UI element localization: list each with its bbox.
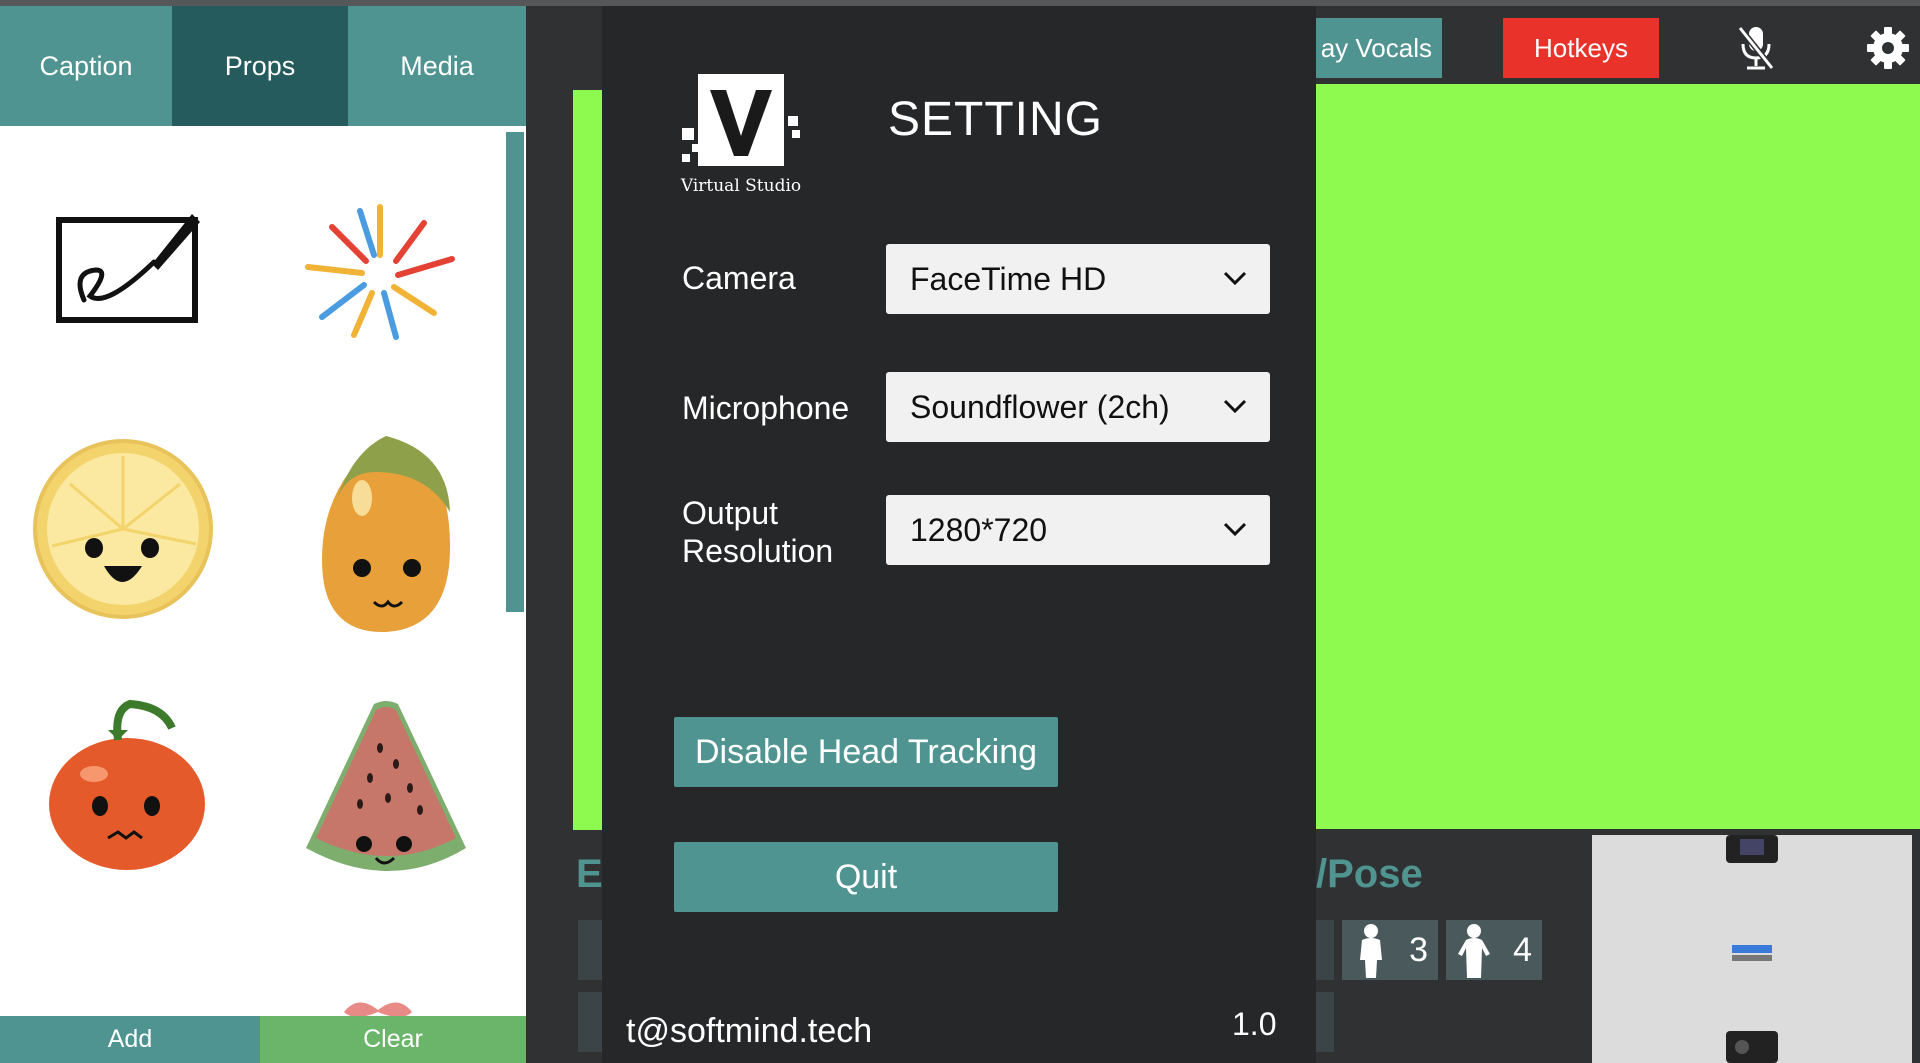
tab-media[interactable]: Media bbox=[348, 6, 526, 126]
output-resolution-select-value: 1280*720 bbox=[910, 511, 1048, 548]
props-scrollbar[interactable] bbox=[506, 132, 524, 612]
fireworks-icon[interactable] bbox=[300, 198, 460, 348]
output-resolution-select[interactable]: 1280*720 bbox=[886, 495, 1270, 565]
clear-button[interactable]: Clear bbox=[260, 1016, 526, 1063]
green-screen-preview-left bbox=[573, 90, 603, 830]
props-grid bbox=[0, 126, 526, 1016]
app-window: ay Vocals Hotkeys E /Pose 3 4 Caption Pr… bbox=[0, 0, 1920, 1063]
mango-face-icon[interactable] bbox=[316, 432, 456, 636]
gear-icon[interactable] bbox=[1866, 26, 1910, 70]
person-silhouette-icon bbox=[1360, 924, 1382, 978]
section-label-e: E bbox=[576, 852, 603, 896]
mic-muted-icon[interactable] bbox=[1736, 24, 1778, 72]
quit-button[interactable]: Quit bbox=[674, 842, 1058, 912]
watermelon-face-icon[interactable] bbox=[300, 698, 472, 888]
hotkeys-label: Hotkeys bbox=[1534, 32, 1628, 63]
chevron-down-icon bbox=[1223, 399, 1247, 414]
green-screen-preview bbox=[1316, 84, 1920, 829]
camera-select[interactable]: FaceTime HD bbox=[886, 244, 1270, 314]
output-resolution-label-line2: Resolution bbox=[682, 533, 834, 569]
tomato-face-icon[interactable] bbox=[44, 700, 210, 874]
panel-tabs: Caption Props Media bbox=[0, 6, 526, 126]
pose-button-label: 3 bbox=[1409, 930, 1428, 969]
contact-email: t@softmind.tech bbox=[626, 1012, 873, 1050]
tab-props[interactable]: Props bbox=[172, 6, 348, 126]
pose-button-placeholder-left-2[interactable] bbox=[578, 992, 604, 1052]
version-label: 1.0 bbox=[1232, 1006, 1277, 1042]
logo-caption: Virtual Studio bbox=[680, 176, 802, 196]
pose-button-4[interactable]: 4 bbox=[1446, 920, 1542, 980]
microphone-label: Microphone bbox=[682, 390, 850, 426]
microphone-select-value: Soundflower (2ch) bbox=[910, 388, 1170, 425]
pose-button-placeholder-left[interactable] bbox=[578, 920, 604, 980]
pose-button-placeholder-right[interactable] bbox=[1316, 920, 1334, 980]
camera-select-value: FaceTime HD bbox=[910, 260, 1107, 297]
left-panel: Caption Props Media Add Clear bbox=[0, 6, 526, 1063]
pose-button-label: 4 bbox=[1513, 930, 1532, 969]
play-vocals-label: ay Vocals bbox=[1320, 32, 1432, 63]
tab-caption[interactable]: Caption bbox=[0, 6, 172, 126]
add-button[interactable]: Add bbox=[0, 1016, 260, 1063]
pose-button-placeholder-right-2[interactable] bbox=[1316, 992, 1334, 1052]
chevron-down-icon bbox=[1223, 522, 1247, 537]
camera-label: Camera bbox=[682, 260, 796, 296]
camera-device-icon bbox=[1726, 835, 1778, 1063]
pose-button-3[interactable]: 3 bbox=[1342, 920, 1438, 980]
lemon-face-icon[interactable] bbox=[30, 434, 216, 624]
person-silhouette-icon bbox=[1458, 924, 1490, 978]
disable-head-tracking-button[interactable]: Disable Head Tracking bbox=[674, 717, 1058, 787]
settings-title: SETTING bbox=[888, 93, 1104, 146]
bow-icon[interactable] bbox=[340, 1000, 416, 1016]
camera-thumbnail-panel[interactable] bbox=[1592, 835, 1912, 1063]
play-vocals-button[interactable]: ay Vocals bbox=[1316, 18, 1442, 78]
props-actions: Add Clear bbox=[0, 1016, 526, 1063]
microphone-select[interactable]: Soundflower (2ch) bbox=[886, 372, 1270, 442]
pose-section-label: /Pose bbox=[1316, 852, 1423, 896]
output-resolution-label: Output Resolution bbox=[682, 494, 833, 570]
hotkeys-button[interactable]: Hotkeys bbox=[1503, 18, 1659, 78]
signature-board-icon[interactable] bbox=[54, 212, 202, 326]
output-resolution-label-line1: Output bbox=[682, 495, 779, 531]
chevron-down-icon bbox=[1223, 271, 1247, 286]
